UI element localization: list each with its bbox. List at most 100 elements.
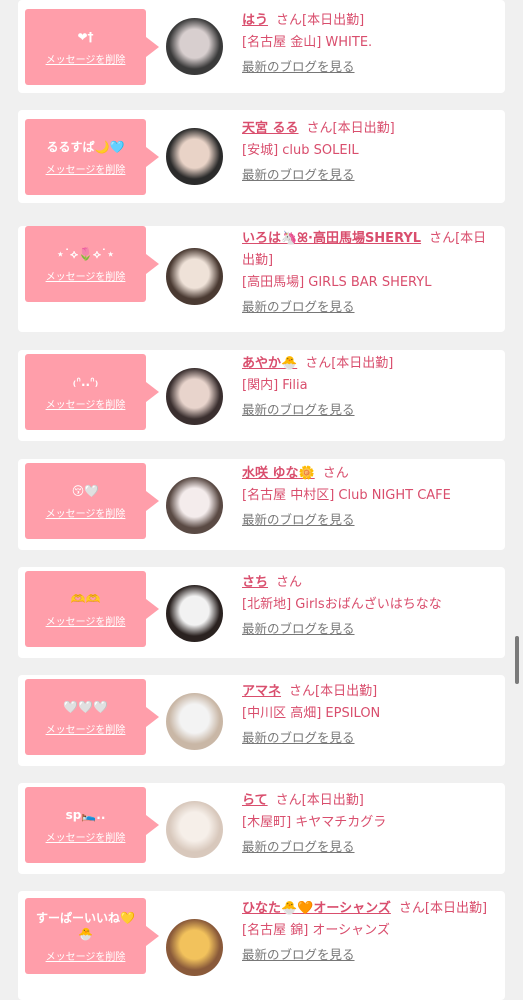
delete-message-link[interactable]: メッセージを削除 [46, 613, 126, 628]
shop-info: [名古屋 中村区] Club NIGHT CAFE [242, 488, 451, 503]
delete-message-link[interactable]: メッセージを削除 [46, 829, 126, 844]
message-bubble: sp🛌.. メッセージを削除 [25, 787, 159, 863]
message-bubble: るるすぱ🌙🩵 メッセージを削除 [25, 119, 159, 195]
shop-info: [木屋町] キヤマチカグラ [242, 815, 387, 830]
latest-blog-link[interactable]: 最新のブログを見る [242, 509, 494, 531]
cast-name-link[interactable]: ひなた🐣🧡オーシャンズ [242, 901, 391, 916]
work-status: [本日出勤] [331, 356, 394, 371]
cast-card: 🤍🤍🤍 メッセージを削除 アマネ さん[本日出勤] [中川区 高畑] EPSILON 最新… [18, 675, 505, 766]
name-line: あやか🐣 さん[本日出勤] [242, 353, 494, 375]
cast-card: sp🛌.. メッセージを削除 らて さん[本日出勤] [木屋町] キヤマチカグラ最新のブ… [18, 783, 505, 874]
name-line: はう さん[本日出勤] [242, 10, 494, 32]
name-line: いろは🦄ꕤ·高田馬場SHERYL さん[本日出勤] [242, 228, 494, 272]
shop-info: [安城] club SOLEIL [242, 143, 359, 158]
name-line: アマネ さん[本日出勤] [242, 681, 494, 703]
message-bubble: 🫶🫶 メッセージを削除 [25, 571, 159, 647]
work-status: [本日出勤] [302, 13, 365, 28]
avatar[interactable] [166, 18, 223, 75]
cast-name-link[interactable]: アマネ [242, 684, 281, 699]
avatar[interactable] [166, 128, 223, 185]
name-line: らて さん[本日出勤] [242, 790, 494, 812]
cast-info: アマネ さん[本日出勤] [中川区 高畑] EPSILON 最新のブログを見る [242, 681, 494, 749]
delete-message-link[interactable]: メッセージを削除 [46, 161, 126, 176]
cast-card: ₍ᐢ..ᐢ₎ メッセージを削除 あやか🐣 さん[本日出勤] [関内] Filia 最新のブ… [18, 350, 505, 441]
scrollbar[interactable] [515, 636, 519, 684]
avatar[interactable] [166, 585, 223, 642]
work-status: [本日出勤] [332, 121, 395, 136]
latest-blog-link[interactable]: 最新のブログを見る [242, 836, 494, 858]
avatar[interactable] [166, 248, 223, 305]
message-bubble: すーぱーいいね💛🐣 メッセージを削除 [25, 898, 159, 974]
message-text: 🤍🤍🤍 [63, 699, 108, 714]
latest-blog-link[interactable]: 最新のブログを見る [242, 399, 494, 421]
avatar[interactable] [166, 477, 223, 534]
latest-blog-link[interactable]: 最新のブログを見る [242, 56, 494, 78]
delete-message-link[interactable]: メッセージを削除 [46, 51, 126, 66]
delete-message-link[interactable]: メッセージを削除 [46, 948, 126, 963]
avatar[interactable] [166, 693, 223, 750]
cast-card: 🫶🫶 メッセージを削除 さち さん [北新地] Girlsおばんざいはちなな最新のブログ… [18, 567, 505, 658]
name-line: ひなた🐣🧡オーシャンズ さん[本日出勤] [242, 898, 494, 920]
honorific: さん [276, 13, 303, 28]
work-status: [本日出勤] [315, 684, 378, 699]
delete-message-link[interactable]: メッセージを削除 [46, 268, 126, 283]
cast-info: 水咲 ゆな🌼 さん [名古屋 中村区] Club NIGHT CAFE 最新のブログを… [242, 463, 494, 531]
cast-info: さち さん [北新地] Girlsおばんざいはちなな最新のブログを見る [242, 572, 494, 640]
cast-info: 天宮 るる さん[本日出勤] [安城] club SOLEIL 最新のブログを見る [242, 118, 494, 186]
cast-card: るるすぱ🌙🩵 メッセージを削除 天宮 るる さん[本日出勤] [安城] club SOL… [18, 110, 505, 203]
message-text: 🫶🫶 [70, 591, 101, 606]
cast-card: ❤︎† メッセージを削除 はう さん[本日出勤] [名古屋 金山] WHITE. 最新のブ… [18, 0, 505, 93]
delete-message-link[interactable]: メッセージを削除 [46, 505, 126, 520]
latest-blog-link[interactable]: 最新のブログを見る [242, 164, 494, 186]
message-text: sp🛌.. [65, 807, 106, 822]
latest-blog-link[interactable]: 最新のブログを見る [242, 296, 494, 318]
message-text: すーぱーいいね💛🐣 [36, 910, 135, 941]
cast-name-link[interactable]: いろは🦄ꕤ·高田馬場SHERYL [242, 231, 421, 246]
message-bubble: ₍ᐢ..ᐢ₎ メッセージを削除 [25, 354, 159, 430]
message-text: ₍ᐢ..ᐢ₎ [72, 374, 99, 389]
cast-name-link[interactable]: さち [242, 575, 268, 590]
cast-name-link[interactable]: 天宮 るる [242, 121, 299, 136]
cast-card: すーぱーいいね💛🐣 メッセージを削除 ひなた🐣🧡オーシャンズ さん[本日出勤] [名古屋… [18, 891, 505, 1000]
latest-blog-link[interactable]: 最新のブログを見る [242, 727, 494, 749]
cast-info: はう さん[本日出勤] [名古屋 金山] WHITE. 最新のブログを見る [242, 10, 494, 78]
latest-blog-link[interactable]: 最新のブログを見る [242, 944, 494, 966]
name-line: さち さん [242, 572, 494, 594]
message-text: ⋆˙⟡🌷⟡˙⋆ [56, 246, 115, 261]
cast-name-link[interactable]: あやか🐣 [242, 356, 297, 371]
cast-card: ⋆˙⟡🌷⟡˙⋆ メッセージを削除 いろは🦄ꕤ·高田馬場SHERYL さん[本日出勤][… [18, 226, 505, 332]
shop-info: [名古屋 錦] オーシャンズ [242, 923, 390, 938]
cast-name-link[interactable]: 水咲 ゆな🌼 [242, 466, 315, 481]
avatar[interactable] [166, 801, 223, 858]
message-bubble: ❤︎† メッセージを削除 [25, 9, 159, 85]
shop-info: [高田馬場] GIRLS BAR SHERYL [242, 275, 432, 290]
delete-message-link[interactable]: メッセージを削除 [46, 721, 126, 736]
delete-message-link[interactable]: メッセージを削除 [46, 396, 126, 411]
cast-name-link[interactable]: はう [242, 13, 268, 28]
honorific: さん [306, 121, 333, 136]
avatar[interactable] [166, 919, 223, 976]
cast-name-link[interactable]: らて [242, 793, 268, 808]
name-line: 天宮 るる さん[本日出勤] [242, 118, 494, 140]
honorific: さん [276, 575, 303, 590]
message-text: ❤︎† [77, 29, 94, 44]
message-bubble: 🤍🤍🤍 メッセージを削除 [25, 679, 159, 755]
honorific: さん [429, 231, 456, 246]
work-status: [本日出勤] [301, 793, 364, 808]
shop-info: [北新地] Girlsおばんざいはちなな [242, 597, 442, 612]
message-text: 😚🤍 [71, 483, 100, 498]
message-bubble: 😚🤍 メッセージを削除 [25, 463, 159, 539]
avatar[interactable] [166, 368, 223, 425]
message-bubble: ⋆˙⟡🌷⟡˙⋆ メッセージを削除 [25, 226, 159, 302]
cast-info: ひなた🐣🧡オーシャンズ さん[本日出勤] [名古屋 錦] オーシャンズ最新のブログを… [242, 898, 494, 966]
message-text: るるすぱ🌙🩵 [46, 139, 125, 154]
shop-info: [関内] Filia [242, 378, 308, 393]
latest-blog-link[interactable]: 最新のブログを見る [242, 618, 494, 640]
honorific: さん [289, 684, 316, 699]
honorific: さん [322, 466, 349, 481]
cast-info: あやか🐣 さん[本日出勤] [関内] Filia 最新のブログを見る [242, 353, 494, 421]
shop-info: [名古屋 金山] WHITE. [242, 35, 373, 50]
honorific: さん [305, 356, 332, 371]
work-status: [本日出勤] [424, 901, 488, 916]
shop-info: [中川区 高畑] EPSILON [242, 706, 381, 721]
